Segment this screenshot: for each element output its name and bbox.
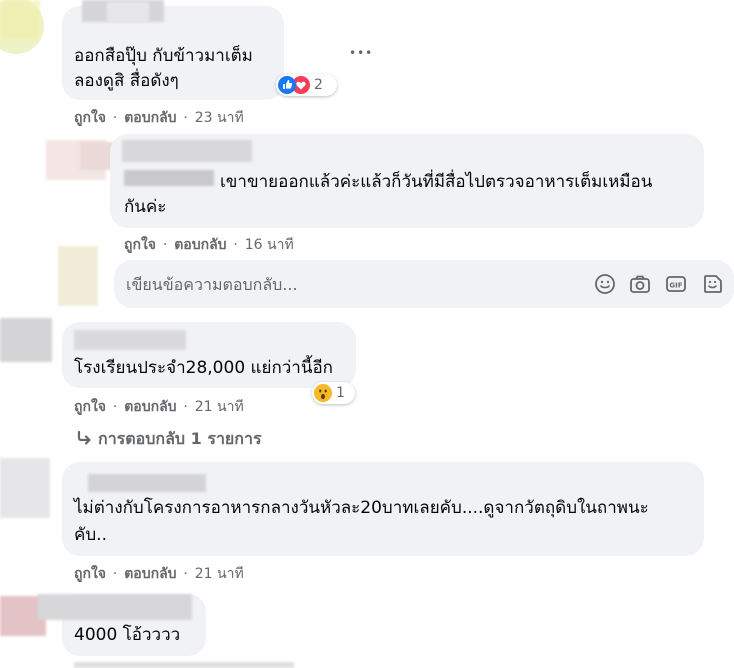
like-link[interactable]: ถูกใจ bbox=[74, 566, 106, 582]
reply-placeholder: เขียนข้อความตอบกลับ... bbox=[126, 275, 298, 294]
separator: · bbox=[162, 237, 168, 253]
author-name[interactable] bbox=[107, 2, 149, 22]
replies-count-label: การตอบกลับ 1 รายการ bbox=[98, 429, 262, 448]
reply-input[interactable]: เขียนข้อความตอบกลับ... GIF bbox=[114, 260, 734, 308]
like-link[interactable]: ถูกใจ bbox=[124, 237, 156, 253]
comment-bubble: 4000 โอ้วววว bbox=[38, 594, 206, 656]
comment-bubble: โรงเรียนประจำ28,000 แย่กว่านี้อีก bbox=[62, 322, 356, 388]
reaction-summary[interactable]: 1 bbox=[312, 382, 355, 404]
avatar[interactable] bbox=[0, 318, 52, 362]
more-options-icon[interactable]: ••• bbox=[349, 46, 373, 60]
reply-link[interactable]: ตอบกลับ bbox=[124, 110, 176, 126]
emoji-icon[interactable] bbox=[594, 273, 616, 295]
comment-meta: ถูกใจ · ตอบกลับ · 16 นาที bbox=[124, 234, 294, 256]
separator: · bbox=[112, 110, 118, 126]
separator: · bbox=[112, 399, 118, 415]
avatar[interactable] bbox=[0, 458, 50, 518]
comment-meta: ถูกใจ · ตอบกลับ · 21 นาที bbox=[74, 396, 244, 418]
comment-meta: ถูกใจ · ตอบกลับ · 21 นาที bbox=[74, 563, 244, 585]
separator: · bbox=[112, 566, 118, 582]
like-reaction-icon bbox=[278, 76, 296, 94]
reaction-count: 2 bbox=[314, 77, 323, 93]
comment-bubble: ไม่ต่างกับโครงการอาหารกลางวันหัวละ20บาทเ… bbox=[62, 462, 704, 556]
reply-link[interactable]: ตอบกลับ bbox=[174, 237, 226, 253]
author-name[interactable] bbox=[122, 140, 252, 162]
svg-text:GIF: GIF bbox=[669, 282, 682, 290]
comment-meta-clipped bbox=[74, 662, 294, 668]
reaction-count: 1 bbox=[336, 385, 345, 401]
view-replies-link[interactable]: การตอบกลับ 1 รายการ bbox=[76, 427, 262, 452]
reply-link[interactable]: ตอบกลับ bbox=[124, 399, 176, 415]
timestamp[interactable]: 23 นาที bbox=[195, 110, 244, 126]
timestamp[interactable]: 21 นาที bbox=[195, 566, 244, 582]
author-name[interactable] bbox=[124, 170, 214, 186]
comment-meta: ถูกใจ · ตอบกลับ · 23 นาที bbox=[74, 107, 244, 129]
comment-text-line: ลองดูสิ สื่อดังๆ bbox=[74, 71, 179, 91]
comment-text-line: กันค่ะ bbox=[124, 197, 167, 217]
author-name[interactable] bbox=[38, 594, 192, 620]
comment-bubble: เขาขายออกแล้วค่ะแล้วก็วันที่มีสื่อไปตรวจ… bbox=[110, 134, 704, 228]
comment-text-line: โรงเรียนประจำ28,000 แย่กว่านี้อีก bbox=[74, 358, 333, 378]
comment-bubble: ออกสือปุ๊บ กับข้าวมาเต็ม ลองดูสิ สื่อดัง… bbox=[62, 0, 284, 100]
separator: · bbox=[233, 237, 238, 253]
camera-icon[interactable] bbox=[629, 273, 651, 295]
sticker-icon[interactable] bbox=[702, 273, 724, 295]
timestamp[interactable]: 16 นาที bbox=[245, 237, 294, 253]
current-user-avatar bbox=[58, 246, 98, 306]
like-link[interactable]: ถูกใจ bbox=[74, 110, 106, 126]
separator: · bbox=[183, 566, 188, 582]
timestamp[interactable]: 21 นาที bbox=[195, 399, 244, 415]
reply-arrow-icon bbox=[77, 430, 91, 445]
comment-text-line: เขาขายออกแล้วค่ะแล้วก็วันที่มีสื่อไปตรวจ… bbox=[220, 172, 653, 192]
reply-link[interactable]: ตอบกลับ bbox=[124, 566, 176, 582]
separator: · bbox=[183, 399, 188, 415]
separator: · bbox=[183, 110, 188, 126]
comment-text-line: คับ.. bbox=[74, 525, 107, 545]
wow-reaction-icon bbox=[314, 384, 332, 402]
comment-text-line: ไม่ต่างกับโครงการอาหารกลางวันหัวละ20บาทเ… bbox=[74, 498, 649, 518]
author-name[interactable] bbox=[74, 330, 186, 350]
reaction-summary[interactable]: 2 bbox=[276, 74, 337, 96]
comment-text-line: 4000 โอ้วววว bbox=[74, 625, 181, 645]
comment-text-line: ออกสือปุ๊บ กับข้าวมาเต็ม bbox=[74, 46, 253, 66]
gif-icon[interactable]: GIF bbox=[665, 273, 687, 295]
author-name[interactable] bbox=[88, 474, 206, 492]
like-link[interactable]: ถูกใจ bbox=[74, 399, 106, 415]
avatar-blur bbox=[0, 0, 40, 40]
